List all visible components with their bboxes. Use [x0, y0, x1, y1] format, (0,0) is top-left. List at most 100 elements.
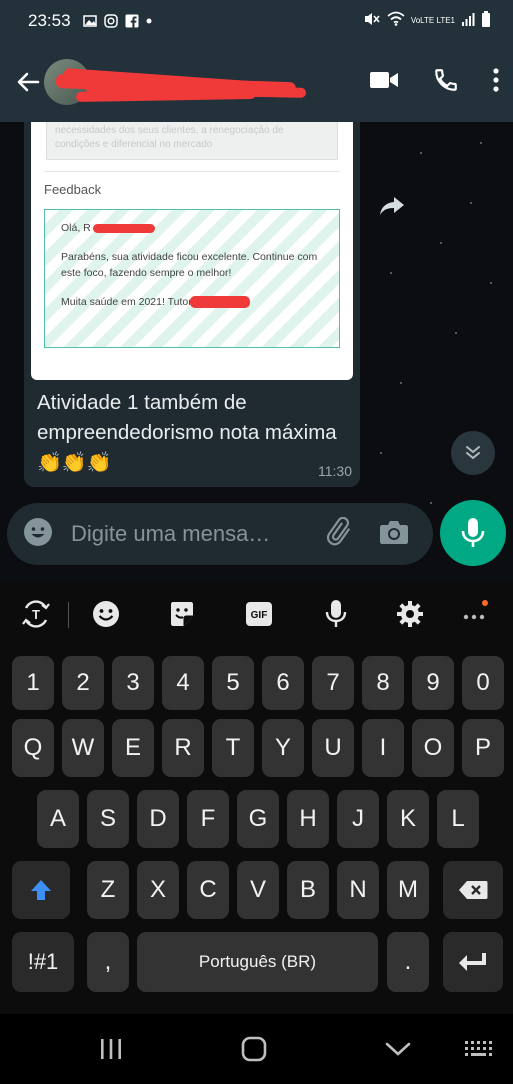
- key-7[interactable]: 7: [312, 656, 354, 710]
- double-chevron-down-icon: [466, 446, 480, 459]
- redacted-contact-name[interactable]: [55, 64, 312, 102]
- key-c[interactable]: C: [187, 861, 229, 919]
- feedback-title: Feedback: [44, 182, 102, 197]
- more-options-icon[interactable]: [458, 598, 490, 630]
- shift-key[interactable]: [12, 861, 70, 919]
- signal-icon: [461, 12, 475, 31]
- recent-apps-icon[interactable]: [96, 1034, 126, 1064]
- navigation-bar: [0, 1014, 513, 1084]
- redaction-mark: [189, 296, 250, 309]
- text-translate-icon[interactable]: T: [20, 598, 52, 630]
- status-time: 23:53: [28, 11, 71, 30]
- shift-arrow-icon: [31, 880, 51, 900]
- key-8[interactable]: 8: [362, 656, 404, 710]
- period-key[interactable]: .: [387, 932, 429, 992]
- camera-icon[interactable]: [379, 519, 409, 550]
- key-q[interactable]: Q: [12, 719, 54, 777]
- key-d[interactable]: D: [137, 790, 179, 848]
- emoji-keyboard-icon[interactable]: [90, 598, 122, 630]
- more-options-icon[interactable]: [493, 67, 499, 97]
- comma-key[interactable]: ,: [87, 932, 129, 992]
- message-input[interactable]: [71, 521, 315, 547]
- key-x[interactable]: X: [137, 861, 179, 919]
- instagram-icon: [103, 14, 118, 28]
- notification-badge: [482, 600, 488, 606]
- key-l[interactable]: L: [437, 790, 479, 848]
- svg-text:GIF: GIF: [251, 610, 268, 621]
- home-icon[interactable]: [238, 1034, 270, 1064]
- keyboard-settings-icon[interactable]: [394, 598, 426, 630]
- feedback-greeting: Olá, R: [61, 222, 91, 234]
- key-w[interactable]: W: [62, 719, 104, 777]
- gif-icon[interactable]: GIF: [243, 598, 275, 630]
- space-key[interactable]: Português (BR): [137, 932, 378, 992]
- enter-key[interactable]: [443, 932, 503, 992]
- key-g[interactable]: G: [237, 790, 279, 848]
- key-t[interactable]: T: [212, 719, 254, 777]
- key-6[interactable]: 6: [262, 656, 304, 710]
- feedback-signoff: Muita saúde em 2021! Tutor: [61, 296, 192, 308]
- key-n[interactable]: N: [337, 861, 379, 919]
- key-j[interactable]: J: [337, 790, 379, 848]
- divider: [44, 171, 340, 172]
- key-i[interactable]: I: [362, 719, 404, 777]
- forward-icon[interactable]: [378, 194, 406, 222]
- emoji-icon[interactable]: [23, 517, 53, 552]
- key-r[interactable]: R: [162, 719, 204, 777]
- key-4[interactable]: 4: [162, 656, 204, 710]
- key-0[interactable]: 0: [462, 656, 504, 710]
- key-y[interactable]: Y: [262, 719, 304, 777]
- blurred-text: necessidades dos seus clientes, a renego…: [46, 122, 338, 160]
- message-composer: [7, 503, 433, 565]
- key-f[interactable]: F: [187, 790, 229, 848]
- image-message-bubble[interactable]: necessidades dos seus clientes, a renego…: [24, 122, 360, 487]
- backspace-icon: [459, 881, 488, 899]
- microphone-icon: [461, 518, 485, 547]
- key-2[interactable]: 2: [62, 656, 104, 710]
- feedback-body: Parabéns, sua atividade ficou excelente.…: [61, 251, 318, 279]
- key-h[interactable]: H: [287, 790, 329, 848]
- toolbar-separator: [68, 602, 69, 628]
- key-s[interactable]: S: [87, 790, 129, 848]
- key-p[interactable]: P: [462, 719, 504, 777]
- key-v[interactable]: V: [237, 861, 279, 919]
- status-bar: 23:53 VoLTE LTE1: [0, 0, 513, 42]
- key-9[interactable]: 9: [412, 656, 454, 710]
- clapping-hands-emoji: 👏👏👏: [37, 452, 112, 474]
- keyboard-switch-icon[interactable]: [462, 1034, 496, 1064]
- key-m[interactable]: M: [387, 861, 429, 919]
- key-b[interactable]: B: [287, 861, 329, 919]
- key-3[interactable]: 3: [112, 656, 154, 710]
- svg-text:T: T: [32, 607, 40, 622]
- key-5[interactable]: 5: [212, 656, 254, 710]
- battery-icon: [481, 10, 491, 32]
- voice-call-icon[interactable]: [433, 67, 459, 98]
- scroll-to-bottom-button[interactable]: [451, 431, 495, 475]
- caption-text: Atividade 1 também de empreendedorismo n…: [37, 391, 337, 444]
- attached-image[interactable]: necessidades dos seus clientes, a renego…: [31, 122, 353, 380]
- keyboard: T GIF 1 2 3 4 5 6 7 8 9 0 Q W E R T Y U …: [0, 580, 513, 1014]
- voice-record-button[interactable]: [440, 500, 506, 566]
- keyboard-toolbar: T GIF: [0, 580, 513, 648]
- symbols-key[interactable]: !#1: [12, 932, 74, 992]
- key-e[interactable]: E: [112, 719, 154, 777]
- back-arrow-icon[interactable]: [8, 62, 48, 102]
- sticker-icon[interactable]: [166, 598, 198, 630]
- voice-input-icon[interactable]: [320, 598, 352, 630]
- key-k[interactable]: K: [387, 790, 429, 848]
- message-time: 11:30: [318, 463, 352, 479]
- facebook-icon: [125, 14, 139, 28]
- back-chevron-icon[interactable]: [383, 1034, 413, 1064]
- feedback-box: Olá, R Parabéns, sua atividade ficou exc…: [44, 209, 340, 348]
- backspace-key[interactable]: [443, 861, 503, 919]
- key-o[interactable]: O: [412, 719, 454, 777]
- message-caption: Atividade 1 também de empreendedorismo n…: [37, 388, 337, 478]
- key-z[interactable]: Z: [87, 861, 129, 919]
- enter-icon: [459, 953, 486, 971]
- chat-header: [0, 42, 513, 122]
- video-call-icon[interactable]: [369, 70, 399, 95]
- attach-icon[interactable]: [325, 516, 355, 552]
- key-a[interactable]: A: [37, 790, 79, 848]
- key-u[interactable]: U: [312, 719, 354, 777]
- key-1[interactable]: 1: [12, 656, 54, 710]
